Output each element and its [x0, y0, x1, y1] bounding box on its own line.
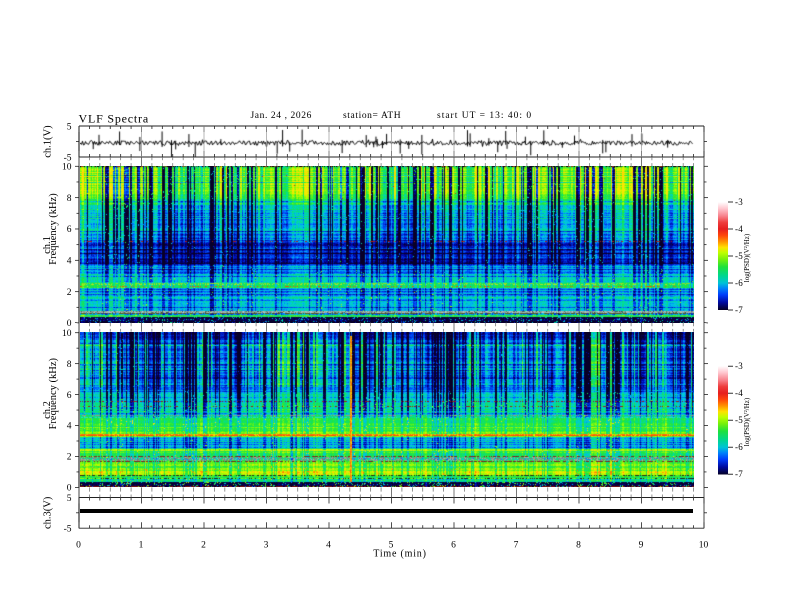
svg-text:6: 6: [67, 225, 72, 235]
svg-text:5: 5: [67, 123, 72, 133]
svg-text:ch.3(V): ch.3(V): [43, 496, 54, 529]
svg-text:-3: -3: [735, 197, 743, 207]
svg-text:8: 8: [576, 541, 581, 551]
svg-text:VLF Spectra: VLF Spectra: [79, 112, 149, 126]
svg-text:9: 9: [639, 541, 644, 551]
svg-text:8: 8: [67, 360, 72, 370]
svg-text:Frequency (kHz): Frequency (kHz): [48, 193, 59, 265]
svg-text:Jan. 24 , 2026: Jan. 24 , 2026: [251, 111, 312, 121]
svg-text:2: 2: [67, 453, 72, 463]
svg-text:4: 4: [326, 541, 331, 551]
svg-text:4: 4: [67, 422, 72, 432]
svg-text:-5: -5: [64, 525, 72, 535]
svg-text:5: 5: [67, 494, 72, 504]
svg-text:10: 10: [62, 163, 72, 173]
svg-text:6: 6: [67, 391, 72, 401]
svg-text:ch.1(V): ch.1(V): [43, 125, 54, 158]
svg-text:Frequency (kHz): Frequency (kHz): [48, 357, 59, 429]
svg-text:2: 2: [67, 288, 72, 298]
svg-text:-4: -4: [735, 224, 743, 234]
svg-text:-7: -7: [735, 469, 743, 479]
svg-text:10: 10: [699, 541, 709, 551]
svg-text:-4: -4: [735, 388, 743, 398]
svg-text:0: 0: [76, 541, 81, 551]
svg-text:Time (min): Time (min): [373, 549, 426, 560]
svg-text:-7: -7: [735, 305, 743, 315]
svg-text:4: 4: [67, 257, 72, 267]
svg-text:0: 0: [67, 319, 72, 329]
svg-text:2: 2: [201, 541, 206, 551]
svg-text:start UT = 13: 40: 0: start UT = 13: 40: 0: [437, 111, 532, 121]
svg-text:6: 6: [451, 541, 456, 551]
svg-text:0: 0: [67, 484, 72, 494]
svg-text:8: 8: [67, 194, 72, 204]
svg-text:3: 3: [264, 541, 269, 551]
svg-text:log(PSD)(V²/Hz): log(PSD)(V²/Hz): [743, 397, 751, 446]
svg-text:-3: -3: [735, 361, 743, 371]
svg-text:1: 1: [139, 541, 144, 551]
svg-text:station= ATH: station= ATH: [343, 111, 401, 121]
svg-text:log(PSD)(V²/Hz): log(PSD)(V²/Hz): [743, 233, 751, 282]
svg-text:10: 10: [62, 329, 72, 339]
svg-text:7: 7: [514, 541, 519, 551]
